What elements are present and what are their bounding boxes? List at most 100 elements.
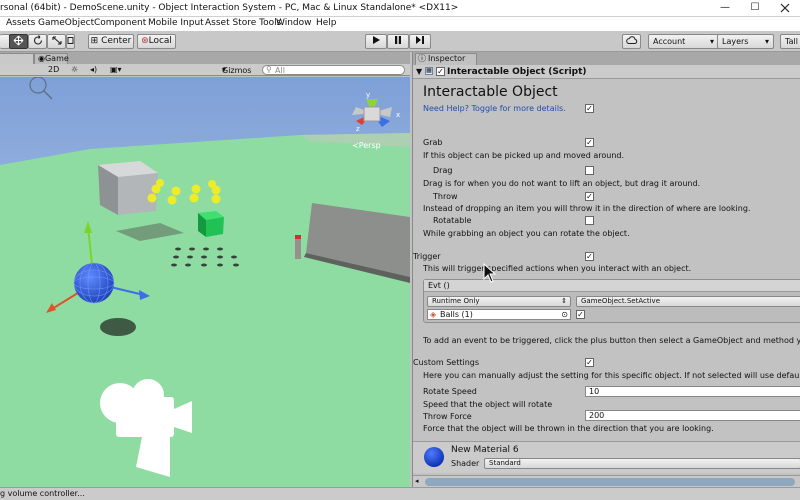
layout-dropdown[interactable]: Tall: [780, 34, 800, 49]
menu-gameobject[interactable]: GameObject: [38, 18, 94, 28]
local-space-icon: ⊛: [141, 36, 149, 46]
foldout-arrow-icon[interactable]: ▼: [416, 67, 422, 76]
menu-asset-store-tools[interactable]: Asset Store Tools: [205, 18, 281, 28]
throw-checkbox[interactable]: ✓: [585, 192, 594, 201]
scene-viewport[interactable]: y x z ≺Persp: [0, 77, 410, 487]
scrollbar-thumb[interactable]: [425, 478, 795, 486]
menu-assets[interactable]: Assets: [6, 18, 35, 28]
drag-checkbox[interactable]: [585, 166, 594, 175]
throw-label: Throw: [433, 192, 458, 201]
throw-force-input[interactable]: 200: [585, 410, 800, 421]
effects-icon[interactable]: ▣▾: [110, 65, 122, 74]
grab-checkbox[interactable]: ✓: [585, 138, 594, 147]
target-object-field[interactable]: ◈ Balls (1) ⊙: [427, 309, 571, 320]
chevron-down-icon: ▾: [764, 37, 769, 46]
grab-label: Grab: [423, 138, 443, 147]
account-dropdown[interactable]: Account ▾: [648, 34, 719, 49]
help-checkbox[interactable]: ✓: [585, 104, 594, 113]
trigger-label: Trigger: [413, 252, 441, 261]
updown-icon: ⇕: [561, 297, 567, 305]
pivot-center-toggle[interactable]: ⊞ Center: [88, 34, 134, 49]
horizontal-scrollbar[interactable]: ◂: [413, 475, 800, 487]
shader-value: Standard: [489, 459, 521, 467]
persp-icon: ≺: [352, 141, 359, 150]
2d-toggle[interactable]: 2D: [48, 65, 59, 74]
rotate-speed-input[interactable]: 10: [585, 386, 800, 397]
gameobject-icon: ◈: [430, 310, 437, 319]
step-icon: [416, 36, 424, 44]
shader-label: Shader: [451, 459, 480, 468]
rect-tool-icon: [67, 37, 74, 44]
minimize-button[interactable]: —: [710, 0, 740, 17]
rotatable-checkbox[interactable]: [585, 216, 594, 225]
audio-icon[interactable]: ◂): [90, 65, 97, 74]
svg-text:x: x: [396, 111, 400, 119]
menu-help[interactable]: Help: [316, 18, 337, 28]
persp-text: Persp: [358, 141, 381, 150]
custom-settings-checkbox[interactable]: ✓: [585, 358, 594, 367]
scene-search-input[interactable]: ⚲ All: [262, 65, 405, 75]
menu-mobile-input[interactable]: Mobile Input: [148, 18, 204, 28]
status-text: g volume controller...: [0, 489, 85, 498]
collab-cloud-button[interactable]: [622, 34, 641, 49]
material-section: New Material 6 Shader Standard: [413, 441, 800, 473]
tab-game[interactable]: ◉Game: [34, 53, 69, 64]
menu-component[interactable]: Component: [94, 18, 146, 28]
gizmos-dropdown[interactable]: Gizmos ▾: [222, 65, 251, 75]
search-placeholder: All: [275, 66, 285, 75]
lighting-icon[interactable]: ☼: [71, 65, 78, 74]
object-picker-icon[interactable]: ⊙: [561, 310, 568, 319]
tab-inspector[interactable]: ⓘ Inspector: [415, 53, 477, 65]
scroll-left-icon[interactable]: ◂: [415, 477, 419, 485]
component-header[interactable]: ▼ ▦ ✓ Interactable Object (Script): [413, 65, 800, 79]
scene-options-bar: 2D ☼ ◂) ▣▾ Gizmos ▾ ⚲ All: [0, 64, 410, 76]
target-object-value: Balls (1): [440, 310, 473, 319]
post-cap: [295, 235, 301, 239]
pause-icon: [395, 36, 401, 44]
step-button[interactable]: [409, 34, 431, 49]
layers-dropdown[interactable]: Layers ▾: [717, 34, 774, 49]
runtime-dropdown[interactable]: Runtime Only ⇕: [427, 296, 571, 307]
search-icon: ⚲: [266, 65, 272, 74]
custom-settings-description: Here you can manually adjust the setting…: [423, 371, 800, 380]
scene-render: y x z: [0, 77, 410, 487]
trigger-checkbox[interactable]: ✓: [585, 252, 594, 261]
scale-tool-button[interactable]: [47, 34, 66, 49]
function-dropdown[interactable]: GameObject.SetActive: [576, 296, 800, 307]
event-list: Evt () Runtime Only ⇕ GameObject.SetActi…: [423, 279, 800, 323]
move-tool-button[interactable]: [9, 34, 28, 49]
rotate-tool-button[interactable]: [28, 34, 47, 49]
grab-description: If this object can be picked up and move…: [423, 151, 625, 160]
gizmos-label: Gizmos: [222, 66, 252, 75]
rotatable-label: Rotatable: [433, 216, 472, 225]
event-header: Evt (): [424, 280, 800, 292]
shader-dropdown[interactable]: Standard: [484, 458, 800, 469]
pause-button[interactable]: [387, 34, 409, 49]
perspective-label[interactable]: ≺Persp: [352, 141, 381, 150]
window-titlebar: rsonal (64bit) - DemoScene.unity - Objec…: [0, 0, 800, 17]
close-button[interactable]: [770, 0, 800, 17]
rect-tool-button[interactable]: [66, 34, 75, 49]
status-bar: g volume controller...: [0, 487, 800, 500]
window-title: rsonal (64bit) - DemoScene.unity - Objec…: [0, 3, 459, 13]
custom-settings-label: Custom Settings: [413, 358, 480, 367]
rotate-tool-icon: [33, 35, 42, 45]
space-local-toggle[interactable]: ⊛Local: [137, 34, 176, 49]
rotate-speed-description: Speed that the object will rotate: [423, 400, 553, 409]
mouse-cursor-icon: [483, 263, 497, 283]
maximize-button[interactable]: ☐: [740, 0, 770, 17]
scene-tab-bar: ◉Game: [0, 52, 410, 64]
play-button[interactable]: [365, 34, 387, 49]
drag-label: Drag: [433, 166, 453, 175]
component-title: Interactable Object (Script): [447, 67, 587, 77]
chevron-down-icon: ▾: [709, 37, 714, 46]
tab-scene[interactable]: [0, 53, 34, 64]
component-enabled-checkbox[interactable]: ✓: [436, 67, 445, 76]
svg-text:y: y: [366, 91, 370, 99]
close-icon: [780, 3, 790, 13]
event-label: Evt (): [428, 281, 450, 290]
setactive-checkbox[interactable]: ✓: [576, 310, 585, 319]
info-icon: ⓘ: [418, 54, 426, 63]
space-label: Local: [148, 36, 172, 46]
menu-window[interactable]: Window: [276, 18, 312, 28]
